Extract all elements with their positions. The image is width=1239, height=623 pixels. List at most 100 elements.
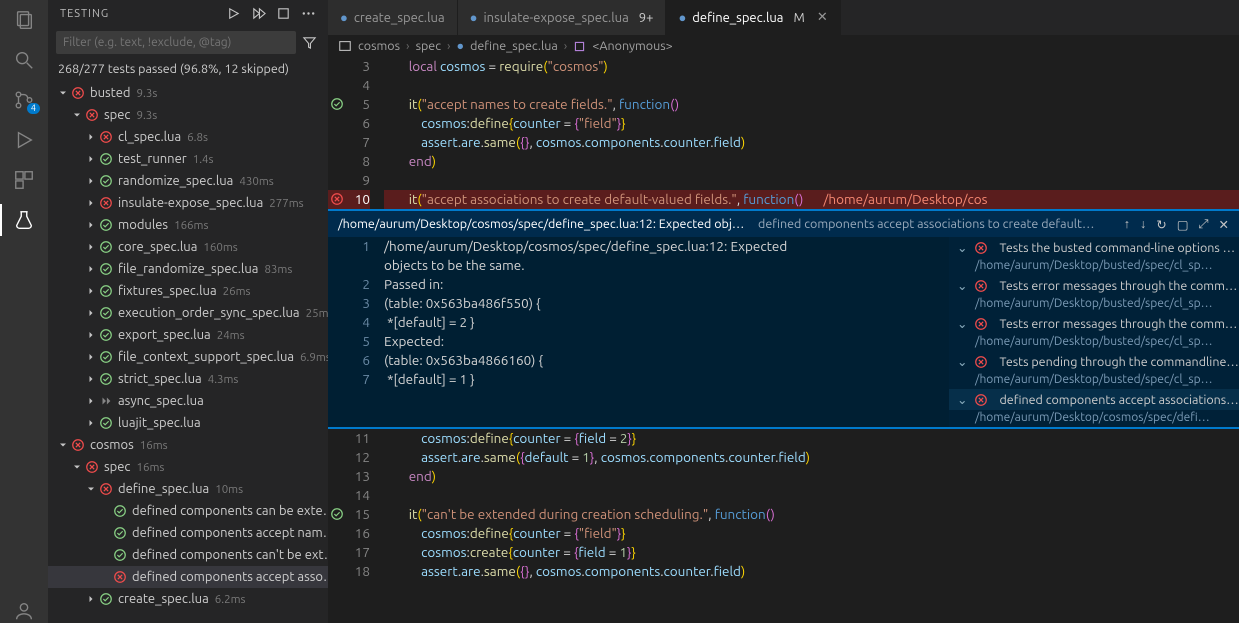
- status-fail-icon: [98, 482, 114, 496]
- duration-label: 25ms: [306, 307, 328, 320]
- accounts-icon[interactable]: [12, 599, 36, 623]
- test-tree-item[interactable]: defined components accept asso…: [48, 566, 328, 588]
- peek-result-item[interactable]: ⌄Tests the busted command-line options …: [949, 237, 1239, 258]
- status-pass-icon: [98, 152, 114, 166]
- peek-open-icon[interactable]: ▢: [1177, 217, 1189, 232]
- test-tree-item[interactable]: file_randomize_spec.lua83ms: [48, 258, 328, 280]
- peek-code[interactable]: 1 234567 /home/aurum/Desktop/cosmos/spec…: [328, 237, 949, 427]
- test-tree-item[interactable]: modules166ms: [48, 214, 328, 236]
- debug-tests-icon[interactable]: [251, 6, 266, 21]
- test-tree-item[interactable]: luajit_spec.lua: [48, 412, 328, 434]
- test-tree-item[interactable]: fixtures_spec.lua26ms: [48, 280, 328, 302]
- twistie-icon[interactable]: [84, 307, 98, 319]
- peek-results-list[interactable]: ⌄Tests the busted command-line options ……: [949, 237, 1239, 427]
- breadcrumb-item[interactable]: define_spec.lua: [470, 39, 558, 53]
- test-tree[interactable]: busted9.3sspec9.3scl_spec.lua6.8stest_ru…: [48, 82, 328, 623]
- source-control-icon[interactable]: 4: [12, 88, 36, 112]
- status-pass-icon: [98, 328, 114, 342]
- twistie-icon[interactable]: [84, 395, 98, 407]
- status-fail-icon: [84, 108, 100, 122]
- test-tree-item[interactable]: create_spec.lua6.2ms: [48, 588, 328, 610]
- test-tree-item[interactable]: test_runner1.4s: [48, 148, 328, 170]
- test-tree-item[interactable]: cl_spec.lua6.8s: [48, 126, 328, 148]
- duration-label: 83ms: [264, 263, 292, 276]
- twistie-icon[interactable]: [56, 439, 70, 451]
- tab-close-icon[interactable]: ✕: [817, 10, 828, 25]
- test-tree-item[interactable]: defined components can be exte…: [48, 500, 328, 522]
- twistie-icon[interactable]: [70, 109, 84, 121]
- breadcrumbs[interactable]: cosmos› spec› ●define_spec.lua› <Anonymo…: [328, 35, 1239, 57]
- stop-tests-icon[interactable]: [276, 6, 291, 21]
- peek-close-icon[interactable]: ✕: [1219, 217, 1229, 232]
- test-tree-item[interactable]: randomize_spec.lua430ms: [48, 170, 328, 192]
- twistie-icon[interactable]: [84, 131, 98, 143]
- peek-result-item[interactable]: ⌄Tests pending through the commandline…: [949, 351, 1239, 372]
- peek-expand-icon[interactable]: ⤢: [1199, 217, 1209, 232]
- duration-label: 16ms: [136, 461, 164, 474]
- test-tree-item[interactable]: cosmos16ms: [48, 434, 328, 456]
- test-tree-item[interactable]: spec16ms: [48, 456, 328, 478]
- twistie-icon[interactable]: [84, 263, 98, 275]
- twistie-icon[interactable]: [70, 461, 84, 473]
- twistie-icon[interactable]: [84, 219, 98, 231]
- gutter-fail-icon: [330, 192, 344, 206]
- test-tree-item[interactable]: strict_spec.lua4.3ms: [48, 368, 328, 390]
- breadcrumb-item[interactable]: <Anonymous>: [592, 39, 672, 53]
- filter-input[interactable]: [56, 31, 296, 54]
- peek-next-icon[interactable]: ↓: [1140, 217, 1146, 232]
- status-pass-icon: [112, 548, 128, 562]
- twistie-icon[interactable]: [84, 153, 98, 165]
- editor-tab[interactable]: ●create_spec.lua: [328, 0, 458, 35]
- status-pass-icon: [98, 284, 114, 298]
- test-summary: 268/277 tests passed (96.8%, 12 skipped): [48, 58, 328, 82]
- editor-tab[interactable]: ●define_spec.luaM✕: [666, 0, 840, 35]
- test-tree-item[interactable]: export_spec.lua24ms: [48, 324, 328, 346]
- test-tree-item[interactable]: busted9.3s: [48, 82, 328, 104]
- tab-modified-badge: 9+: [639, 11, 654, 25]
- peek-result-item[interactable]: ⌄Tests error messages through the comm…: [949, 313, 1239, 334]
- explorer-icon[interactable]: [12, 8, 36, 32]
- breadcrumb-item[interactable]: cosmos: [358, 39, 400, 53]
- breadcrumb-item[interactable]: spec: [416, 39, 441, 53]
- twistie-icon[interactable]: [84, 285, 98, 297]
- twistie-icon[interactable]: [84, 351, 98, 363]
- test-tree-item[interactable]: defined components can't be ext…: [48, 544, 328, 566]
- test-tree-item[interactable]: file_context_support_spec.lua6.9ms: [48, 346, 328, 368]
- search-icon[interactable]: [12, 48, 36, 72]
- twistie-icon[interactable]: [84, 175, 98, 187]
- test-tree-item[interactable]: defined components accept nam…: [48, 522, 328, 544]
- twistie-icon[interactable]: [84, 329, 98, 341]
- twistie-icon[interactable]: [84, 483, 98, 495]
- test-tree-item[interactable]: async_spec.lua: [48, 390, 328, 412]
- peek-result-label: Tests the busted command-line options …: [999, 241, 1235, 255]
- tree-item-label: export_spec.lua: [118, 328, 211, 342]
- test-tree-item[interactable]: define_spec.lua10ms: [48, 478, 328, 500]
- editor-tab[interactable]: ●insulate-expose_spec.lua9+: [458, 0, 667, 35]
- code-editor-bottom[interactable]: 1112131415161718 cosmos:define{counter =…: [328, 429, 1239, 623]
- more-actions-icon[interactable]: [301, 6, 316, 21]
- testing-icon[interactable]: [12, 208, 36, 232]
- peek-result-item[interactable]: ⌄Tests error messages through the comm…: [949, 275, 1239, 296]
- test-tree-item[interactable]: core_spec.lua160ms: [48, 236, 328, 258]
- status-pass-icon: [98, 350, 114, 364]
- test-tree-item[interactable]: insulate-expose_spec.lua277ms: [48, 192, 328, 214]
- scm-badge: 4: [27, 103, 40, 114]
- twistie-icon[interactable]: [84, 593, 98, 605]
- run-tests-icon[interactable]: [226, 6, 241, 21]
- peek-prev-icon[interactable]: ↑: [1124, 217, 1130, 232]
- twistie-icon[interactable]: [84, 241, 98, 253]
- twistie-icon[interactable]: [84, 417, 98, 429]
- twistie-icon[interactable]: [84, 373, 98, 385]
- extensions-icon[interactable]: [12, 168, 36, 192]
- peek-refresh-icon[interactable]: ↻: [1156, 217, 1166, 232]
- test-tree-item[interactable]: execution_order_sync_spec.lua25ms: [48, 302, 328, 324]
- status-fail-icon: [112, 570, 128, 584]
- code-editor-top[interactable]: 345678910 local cosmos = require("cosmos…: [328, 57, 1239, 209]
- twistie-icon[interactable]: [56, 87, 70, 99]
- peek-result-item[interactable]: ⌄defined components accept associations…: [949, 389, 1239, 410]
- run-debug-icon[interactable]: [12, 128, 36, 152]
- twistie-icon[interactable]: [84, 197, 98, 209]
- chevron-down-icon: ⌄: [957, 392, 967, 407]
- filter-icon[interactable]: [302, 35, 320, 50]
- test-tree-item[interactable]: spec9.3s: [48, 104, 328, 126]
